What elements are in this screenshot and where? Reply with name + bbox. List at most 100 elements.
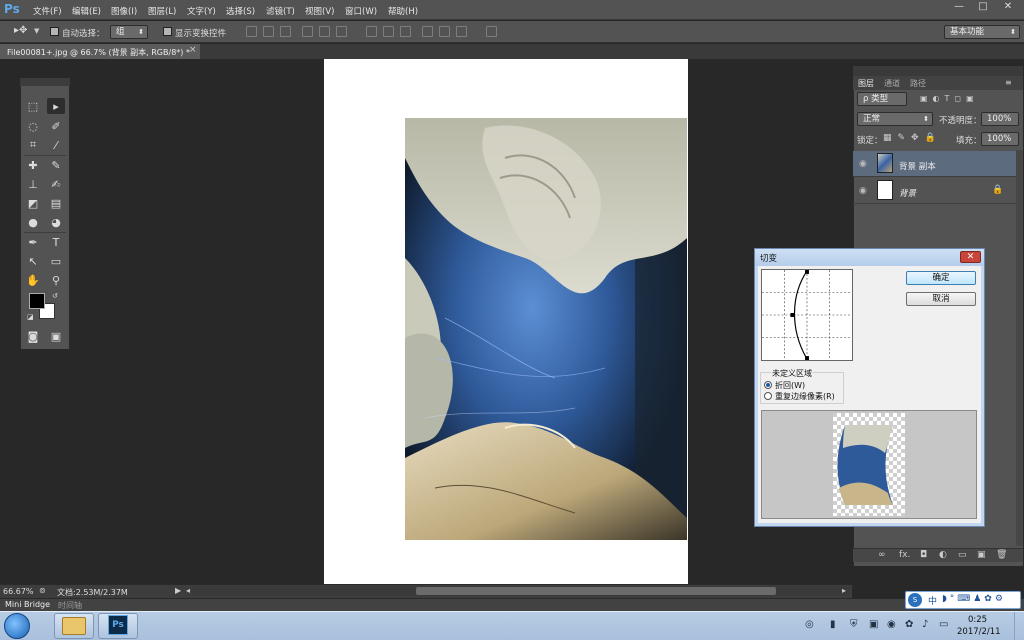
toolbox-header[interactable] [20, 78, 70, 86]
repeat-edge-label[interactable]: 重复边缘像素(R) [775, 391, 835, 402]
path-select-tool-icon[interactable]: ↖ [24, 253, 42, 269]
type-tool-icon[interactable]: T [47, 234, 65, 250]
fill-input[interactable]: 100% [981, 132, 1019, 146]
link-layers-icon[interactable]: ∞ [878, 550, 886, 560]
minimize-button[interactable]: — [948, 0, 970, 14]
cancel-button[interactable]: 取消 [906, 292, 976, 306]
tool-preset-arrow-icon[interactable]: ▼ [34, 27, 39, 35]
move-tool-icon[interactable]: ▸✥ [14, 25, 27, 36]
distribute-left-icon[interactable] [422, 26, 433, 37]
brush-tool-icon[interactable]: ✎ [47, 157, 65, 173]
layer-name[interactable]: 背景 [899, 187, 916, 199]
scroll-left-icon[interactable]: ◂ [186, 586, 190, 595]
history-brush-tool-icon[interactable]: ✍ [47, 176, 65, 192]
eraser-tool-icon[interactable]: ◩ [24, 195, 42, 211]
move-tool-button-icon[interactable]: ▸ [47, 98, 65, 114]
clock-time[interactable]: 0:25 [968, 615, 987, 625]
add-mask-icon[interactable]: ◘ [920, 550, 927, 560]
quick-select-tool-icon[interactable]: ✐ [47, 118, 65, 134]
restore-button[interactable]: □ [972, 0, 994, 14]
adjustment-layer-icon[interactable]: ◐ [939, 550, 947, 560]
menu-file[interactable]: 文件(F) [33, 5, 62, 17]
tray-volume-icon[interactable]: ♪ [922, 619, 928, 630]
tab-paths[interactable]: 路径 [910, 78, 926, 89]
distribute-bottom-icon[interactable] [400, 26, 411, 37]
menu-edit[interactable]: 编辑(E) [72, 5, 101, 17]
align-top-icon[interactable] [246, 26, 257, 37]
lock-icons[interactable]: ▦✎✥🔒 [883, 133, 942, 143]
pen-tool-icon[interactable]: ✒ [24, 234, 42, 250]
swap-colors-icon[interactable]: ↺ [52, 292, 58, 300]
dialog-close-button[interactable]: ✕ [960, 251, 981, 263]
auto-select-checkbox[interactable] [50, 27, 59, 36]
distribute-hcenter-icon[interactable] [439, 26, 450, 37]
workspace-dropdown[interactable]: 基本功能 ⬍ [944, 25, 1020, 39]
scroll-right-icon[interactable]: ▸ [842, 586, 846, 595]
rectangle-tool-icon[interactable]: ▭ [47, 253, 65, 269]
screen-mode-icon[interactable]: ▣ [47, 328, 65, 344]
new-layer-icon[interactable]: ▣ [977, 550, 986, 560]
tray-battery-icon[interactable]: ▮ [830, 619, 836, 630]
lasso-tool-icon[interactable]: ◌ [24, 118, 42, 134]
menu-select[interactable]: 选择(S) [226, 5, 255, 17]
marquee-tool-icon[interactable]: ⬚ [24, 98, 42, 114]
eyedropper-tool-icon[interactable]: ⁄ [47, 137, 65, 153]
shear-curve-graph[interactable] [761, 269, 853, 361]
wrap-label[interactable]: 折回(W) [775, 380, 805, 391]
filter-icons[interactable]: ▣◐T◻▣ [920, 94, 979, 103]
menu-help[interactable]: 帮助(H) [388, 5, 418, 17]
cave-photo[interactable] [405, 118, 687, 540]
layer-filter-dropdown[interactable]: ρ 类型 [857, 92, 907, 106]
tray-network-icon[interactable]: ◎ [805, 619, 814, 630]
align-hcenter-icon[interactable] [319, 26, 330, 37]
default-colors-icon[interactable]: ◪ [27, 313, 34, 321]
zoom-tool-icon[interactable]: ⚲ [47, 272, 65, 288]
menu-view[interactable]: 视图(V) [305, 5, 334, 17]
show-desktop-button[interactable] [1014, 612, 1024, 640]
visibility-eye-icon[interactable]: ◉ [859, 159, 867, 169]
quick-mask-icon[interactable]: ◙ [24, 328, 42, 344]
healing-brush-tool-icon[interactable]: ✚ [24, 157, 42, 173]
layers-scrollbar[interactable] [1016, 150, 1023, 546]
status-settings-icon[interactable]: ⊚ [39, 586, 46, 595]
layers-panel-header[interactable] [853, 66, 1023, 76]
tab-mini-bridge[interactable]: Mini Bridge [5, 600, 50, 609]
blend-mode-dropdown[interactable]: 正常 ⬍ [857, 112, 933, 126]
auto-select-dropdown[interactable]: 组 ⬍ [110, 25, 148, 39]
horizontal-scroll-thumb[interactable] [416, 587, 776, 595]
ime-chinese-mode[interactable]: 中 [928, 594, 937, 607]
status-menu-arrow-icon[interactable]: ▶ [175, 586, 181, 595]
menu-type[interactable]: 文字(Y) [187, 5, 216, 17]
menu-layer[interactable]: 图层(L) [148, 5, 176, 17]
clock-date[interactable]: 2017/2/11 [957, 627, 1001, 637]
blur-tool-icon[interactable]: ● [24, 214, 42, 230]
dialog-title-bar[interactable] [755, 249, 984, 266]
show-transform-checkbox[interactable] [163, 27, 172, 36]
opacity-input[interactable]: 100% [981, 112, 1019, 126]
tray-app2-icon[interactable]: ◉ [887, 619, 896, 630]
foreground-color-swatch[interactable] [29, 293, 45, 309]
tab-channels[interactable]: 通道 [884, 78, 900, 89]
tray-app3-icon[interactable]: ✿ [905, 619, 913, 630]
delete-layer-icon[interactable]: 🗑 [996, 550, 1007, 560]
tray-app-icon[interactable]: ▣ [869, 619, 878, 630]
auto-align-icon[interactable] [486, 26, 497, 37]
layer-style-icon[interactable]: fx. [899, 550, 910, 560]
clone-stamp-tool-icon[interactable]: ⊥ [24, 176, 42, 192]
tab-timeline[interactable]: 时间轴 [58, 600, 82, 611]
hand-tool-icon[interactable]: ✋ [24, 272, 42, 288]
menu-image[interactable]: 图像(I) [111, 5, 137, 17]
menu-filter[interactable]: 滤镜(T) [266, 5, 295, 17]
tray-display-icon[interactable]: ▭ [939, 619, 948, 630]
align-bottom-icon[interactable] [280, 26, 291, 37]
document-tab-close-icon[interactable]: × [189, 45, 197, 55]
ok-button[interactable]: 确定 [906, 271, 976, 285]
document-tab[interactable]: File00081+.jpg @ 66.7% (背景 副本, RGB/8*) * [0, 44, 200, 59]
align-vcenter-icon[interactable] [263, 26, 274, 37]
zoom-level[interactable]: 66.67% [3, 587, 34, 596]
new-group-icon[interactable]: ▭ [958, 550, 967, 560]
align-right-icon[interactable] [336, 26, 347, 37]
repeat-edge-radio[interactable] [764, 392, 772, 400]
gradient-tool-icon[interactable]: ▤ [47, 195, 65, 211]
tray-shield-icon[interactable]: ⛨ [850, 619, 858, 630]
